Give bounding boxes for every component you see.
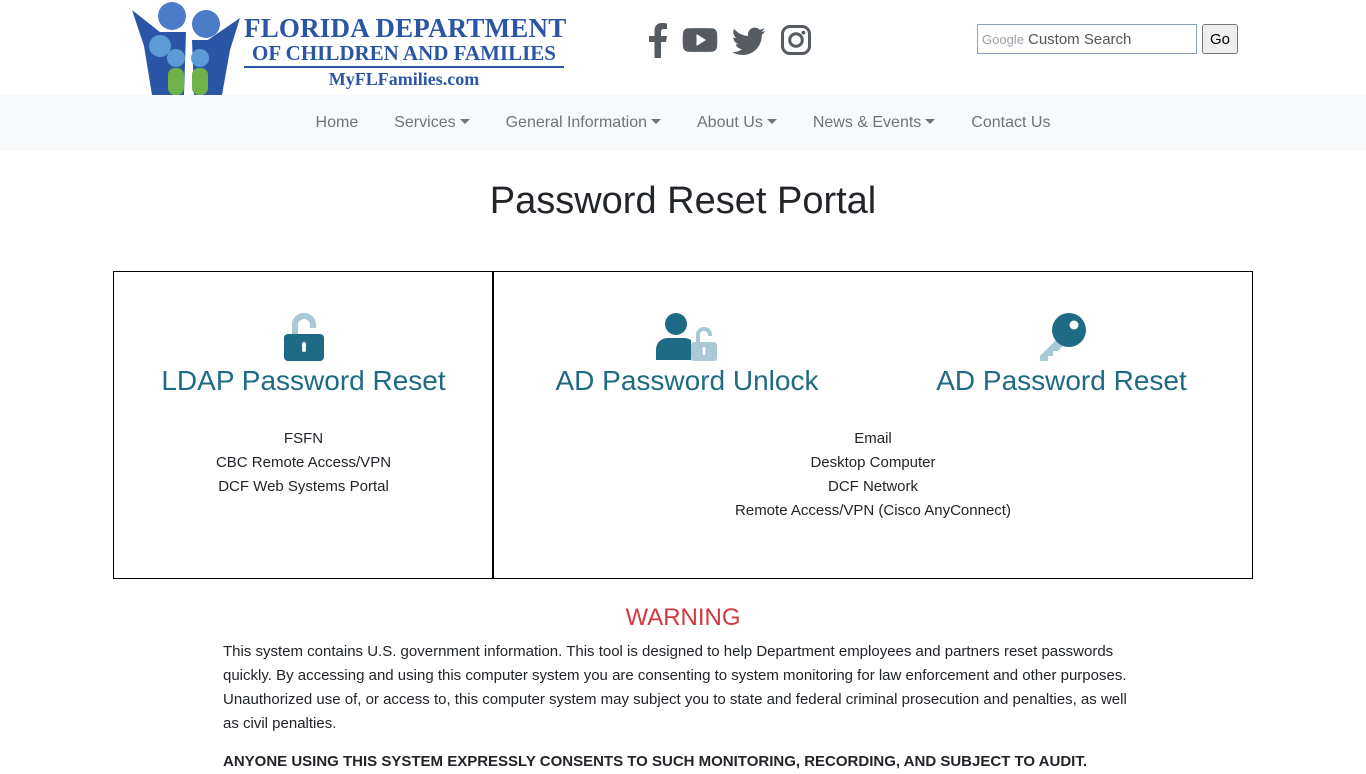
- ldap-panel: LDAP Password Reset FSFN CBC Remote Acce…: [113, 271, 494, 579]
- nav-services[interactable]: Services: [376, 95, 487, 151]
- warning-title: WARNING: [625, 604, 741, 631]
- ad-system-item: Desktop Computer: [810, 454, 936, 471]
- ad-system-item: Email: [854, 430, 892, 447]
- consent-text: ANYONE USING THIS SYSTEM EXPRESSLY CONSE…: [223, 753, 1088, 770]
- main-nav: Home Services General Information About …: [0, 95, 1366, 151]
- ad-password-reset-label: AD Password Reset: [936, 365, 1187, 396]
- logo-line1: FLORIDA DEPARTMENT: [244, 13, 567, 43]
- nav-home-label: Home: [315, 114, 359, 131]
- nav-about-us-label: About Us: [697, 114, 763, 131]
- nav-home[interactable]: Home: [298, 95, 377, 151]
- caret-down-icon: [766, 119, 777, 124]
- nav-about-us[interactable]: About Us: [679, 95, 795, 151]
- unlock-icon: [283, 313, 324, 361]
- nav-news-events-label: News & Events: [812, 114, 922, 131]
- caret-down-icon: [925, 119, 936, 124]
- nav-contact-us[interactable]: Contact Us: [953, 95, 1068, 151]
- logo-line3: MyFLFamilies.com: [328, 69, 480, 89]
- social-links: [648, 22, 812, 58]
- dcf-logo[interactable]: FLORIDA DEPARTMENT OF CHILDREN AND FAMIL…: [130, 0, 570, 95]
- family-logo-icon: [132, 2, 240, 95]
- facebook-icon[interactable]: [648, 22, 668, 58]
- ldap-password-reset-link[interactable]: LDAP Password Reset: [114, 312, 493, 398]
- nav-contact-us-label: Contact Us: [971, 114, 1051, 131]
- ad-password-unlock-link[interactable]: AD Password Unlock: [537, 312, 837, 398]
- warning-text: This system contains U.S. government inf…: [223, 643, 1127, 732]
- ldap-systems-list: FSFN CBC Remote Access/VPN DCF Web Syste…: [114, 427, 493, 499]
- ad-password-reset-link[interactable]: AD Password Reset: [919, 312, 1204, 398]
- ldap-system-item: DCF Web Systems Portal: [218, 478, 389, 495]
- user-unlock-icon: [656, 313, 717, 361]
- caret-down-icon: [651, 119, 661, 124]
- ad-system-item: DCF Network: [827, 478, 918, 495]
- ad-system-item: Remote Access/VPN (Cisco AnyConnect): [735, 502, 1011, 519]
- ad-panel: AD Password Unlock AD Password Reset Ema…: [493, 271, 1253, 579]
- site-search: Google Go: [977, 24, 1238, 54]
- search-field-wrapper: Google: [977, 24, 1197, 54]
- ad-systems-list: Email Desktop Computer DCF Network Remot…: [494, 427, 1252, 523]
- nav-services-label: Services: [394, 114, 456, 131]
- twitter-icon[interactable]: [732, 22, 766, 58]
- nav-general-information[interactable]: General Information: [488, 95, 679, 151]
- google-brand-label: Google: [982, 32, 1024, 47]
- caret-down-icon: [459, 119, 470, 124]
- key-icon: [1039, 313, 1086, 361]
- logo-line2: OF CHILDREN AND FAMILIES: [244, 42, 564, 68]
- search-go-button[interactable]: Go: [1202, 24, 1238, 54]
- ldap-system-item: CBC Remote Access/VPN: [215, 454, 392, 471]
- ldap-system-item: FSFN: [283, 430, 324, 447]
- nav-general-information-label: General Information: [505, 114, 647, 131]
- site-header: FLORIDA DEPARTMENT OF CHILDREN AND FAMIL…: [0, 0, 1366, 95]
- ldap-password-reset-label: LDAP Password Reset: [161, 365, 446, 396]
- youtube-icon[interactable]: [682, 22, 718, 58]
- search-input[interactable]: [1028, 25, 1194, 53]
- ad-password-unlock-label: AD Password Unlock: [555, 365, 819, 396]
- instagram-icon[interactable]: [780, 22, 812, 58]
- nav-news-events[interactable]: News & Events: [795, 95, 953, 151]
- page-title: Password Reset Portal: [489, 180, 877, 222]
- logo-text: FLORIDA DEPARTMENT OF CHILDREN AND FAMIL…: [244, 13, 567, 90]
